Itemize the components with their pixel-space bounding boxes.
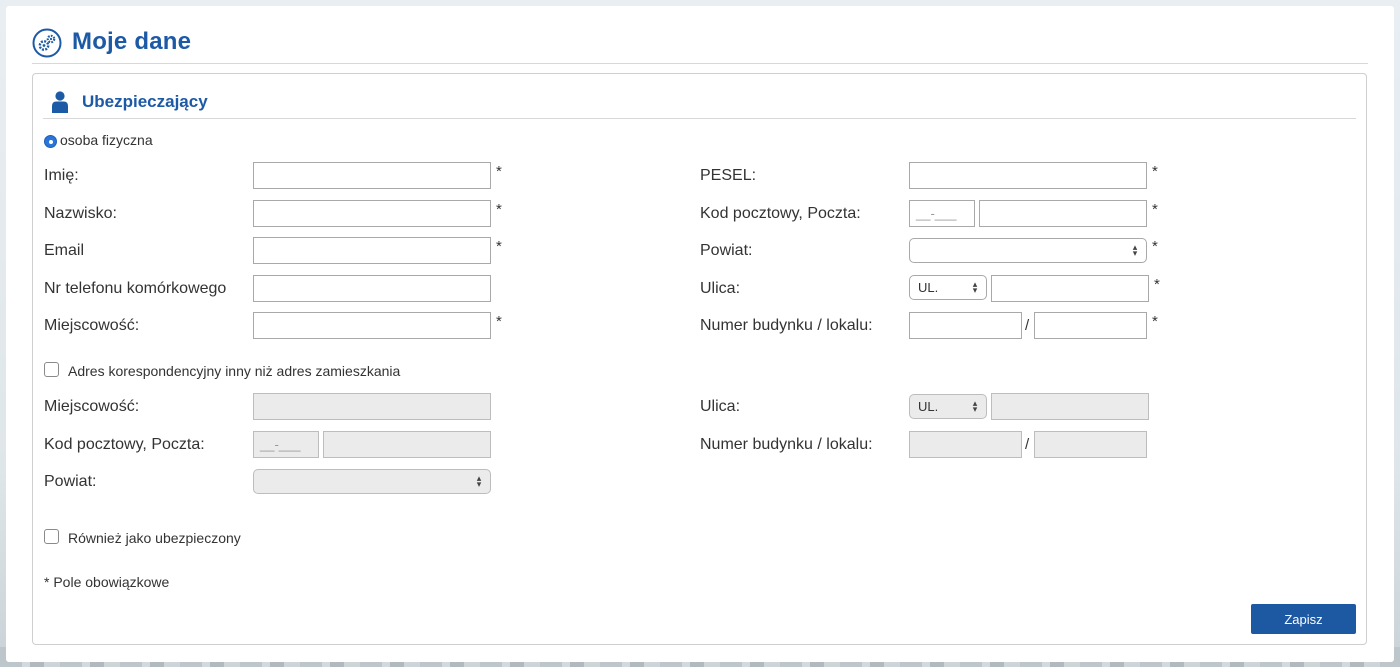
street-prefix-select[interactable]: UL. ▴ ▾	[909, 275, 987, 300]
section-title: Ubezpieczający	[82, 92, 208, 111]
postal-code-input[interactable]: __-___	[909, 200, 975, 227]
first-name-label: Imię:	[44, 167, 79, 184]
save-button[interactable]: Zapisz	[1251, 604, 1356, 634]
chevron-updown-icon: ▴ ▾	[972, 398, 978, 414]
corr-building-separator: /	[1025, 436, 1030, 453]
gears-icon	[32, 28, 62, 57]
corr-building-label: Numer budynku / lokalu:	[700, 436, 873, 453]
required-star: *	[496, 238, 502, 255]
required-star: *	[496, 201, 502, 218]
required-star: *	[496, 163, 502, 180]
corr-apartment-number-input[interactable]	[1034, 431, 1147, 458]
city-input[interactable]	[253, 312, 491, 339]
pesel-label: PESEL:	[700, 167, 757, 184]
apartment-number-input[interactable]	[1034, 312, 1147, 339]
corr-street-input[interactable]	[991, 393, 1149, 420]
phone-input[interactable]	[253, 275, 491, 302]
person-type-radio[interactable]	[44, 135, 57, 148]
chevron-updown-icon: ▴ ▾	[972, 279, 978, 295]
email-label: Email	[44, 242, 85, 259]
corr-city-input[interactable]	[253, 393, 491, 420]
required-note: * Pole obowiązkowe	[44, 574, 170, 590]
form-card: Ubezpieczający osoba fizyczna Imię: * Na…	[32, 73, 1367, 645]
person-type-label: osoba fizyczna	[60, 132, 153, 148]
street-label: Ulica:	[700, 280, 741, 297]
post-office-input[interactable]	[979, 200, 1147, 227]
email-input[interactable]	[253, 237, 491, 264]
required-star: *	[1152, 313, 1158, 330]
first-name-input[interactable]	[253, 162, 491, 189]
page-title: Moje dane	[72, 27, 192, 55]
main-panel: Moje dane Ubezpieczający osoba fizyczna …	[6, 6, 1394, 662]
city-label: Miejscowość:	[44, 317, 140, 334]
corr-postal-label: Kod pocztowy, Poczta:	[44, 436, 205, 453]
corr-street-prefix-select[interactable]: UL. ▴ ▾	[909, 394, 987, 419]
chevron-updown-icon: ▴ ▾	[1132, 242, 1138, 258]
pesel-input[interactable]	[909, 162, 1147, 189]
county-select[interactable]: ▴ ▾	[909, 238, 1147, 263]
building-label: Numer budynku / lokalu:	[700, 317, 873, 334]
street-prefix-value: UL.	[918, 280, 939, 295]
correspondence-label: Adres korespondencyjny inny niż adres za…	[68, 363, 401, 379]
postal-label: Kod pocztowy, Poczta:	[700, 205, 861, 222]
building-number-input[interactable]	[909, 312, 1022, 339]
also-insured-checkbox[interactable]	[44, 529, 59, 544]
person-icon	[52, 91, 68, 113]
page-header: Moje dane	[32, 20, 1368, 64]
last-name-input[interactable]	[253, 200, 491, 227]
corr-building-number-input[interactable]	[909, 431, 1022, 458]
corr-city-label: Miejscowość:	[44, 398, 140, 415]
corr-street-label: Ulica:	[700, 398, 741, 415]
required-star: *	[496, 313, 502, 330]
last-name-label: Nazwisko:	[44, 205, 117, 222]
street-input[interactable]	[991, 275, 1149, 302]
correspondence-checkbox[interactable]	[44, 362, 59, 377]
required-star: *	[1152, 238, 1158, 255]
section-header: Ubezpieczający	[43, 86, 1356, 119]
required-star: *	[1152, 163, 1158, 180]
building-separator: /	[1025, 317, 1030, 334]
chevron-updown-icon: ▴ ▾	[476, 473, 482, 489]
corr-county-label: Powiat:	[44, 473, 97, 490]
also-insured-label: Również jako ubezpieczony	[68, 530, 241, 546]
phone-label: Nr telefonu komórkowego	[44, 280, 227, 297]
required-star: *	[1154, 276, 1160, 293]
corr-post-office-input[interactable]	[323, 431, 491, 458]
required-star: *	[1152, 201, 1158, 218]
corr-postal-code-input[interactable]: __-___	[253, 431, 319, 458]
county-label: Powiat:	[700, 242, 753, 259]
corr-street-prefix-value: UL.	[918, 399, 939, 414]
corr-county-select[interactable]: ▴ ▾	[253, 469, 491, 494]
